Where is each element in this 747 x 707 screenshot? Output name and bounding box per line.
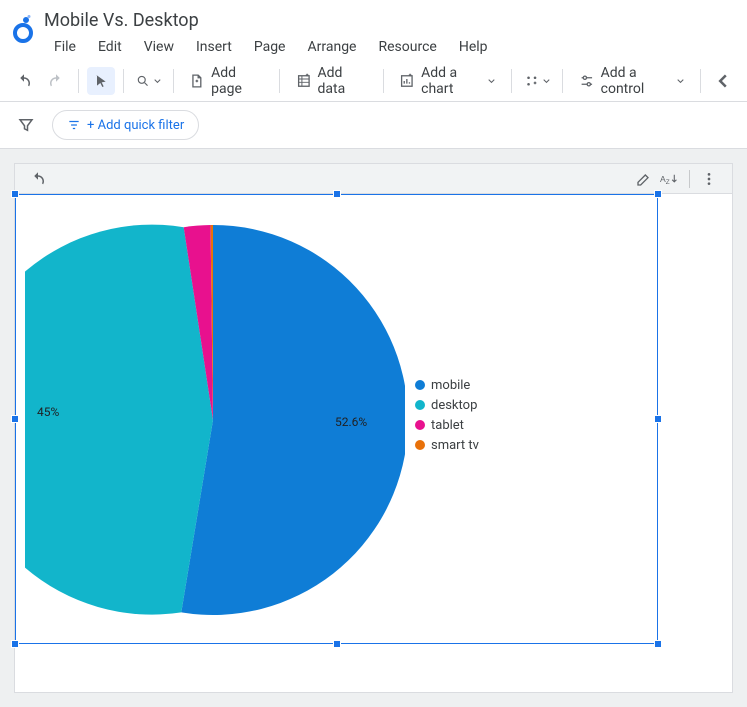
svg-text:Z: Z: [666, 179, 670, 186]
legend-label: desktop: [431, 398, 477, 413]
toolbar-divider: [700, 69, 701, 93]
legend-swatch: [415, 400, 425, 410]
toolbar-divider: [562, 69, 563, 93]
selection-handle[interactable]: [654, 640, 662, 648]
menu-arrange[interactable]: Arrange: [298, 35, 367, 59]
menu-edit[interactable]: Edit: [88, 35, 132, 59]
redo-button[interactable]: [42, 67, 70, 95]
legend-label: smart tv: [431, 438, 479, 453]
legend-label: tablet: [431, 418, 464, 433]
chevron-down-icon: [154, 77, 161, 85]
filter-bar: + Add quick filter: [0, 102, 747, 149]
chevron-down-icon: [543, 77, 550, 85]
slice-label-mobile: 52.6%: [335, 415, 367, 429]
legend-item-tablet[interactable]: tablet: [415, 415, 479, 435]
toolbar-divider: [279, 69, 280, 93]
selection-tool[interactable]: [87, 67, 115, 95]
looker-studio-logo[interactable]: [10, 12, 36, 46]
selection-handle[interactable]: [11, 640, 19, 648]
menu-view[interactable]: View: [134, 35, 184, 59]
toolbar-divider: [383, 69, 384, 93]
selection-handle[interactable]: [654, 415, 662, 423]
pie-slice-mobile[interactable]: [181, 225, 405, 615]
add-data-button[interactable]: Add data: [288, 67, 375, 95]
legend-swatch: [415, 420, 425, 430]
filter-list-icon: [67, 118, 81, 132]
pie-slice-desktop[interactable]: [25, 225, 213, 615]
menu-bar: File Edit View Insert Page Arrange Resou…: [44, 33, 737, 61]
undo-button[interactable]: [10, 67, 38, 95]
legend-swatch: [415, 440, 425, 450]
add-chart-label: Add a chart: [415, 65, 484, 97]
legend-label: mobile: [431, 378, 470, 393]
quick-filter-label: + Add quick filter: [87, 118, 184, 133]
selection-handle[interactable]: [333, 190, 341, 198]
selection-handle[interactable]: [654, 190, 662, 198]
more-options-button[interactable]: [696, 166, 722, 192]
add-page-button[interactable]: Add page: [181, 67, 270, 95]
add-control-dropdown[interactable]: Add a control: [571, 67, 692, 95]
chart-header-toolbar: AZ: [15, 164, 732, 194]
selection-handle[interactable]: [333, 640, 341, 648]
menu-page[interactable]: Page: [244, 35, 296, 59]
sort-button[interactable]: AZ: [657, 166, 683, 192]
add-page-label: Add page: [205, 65, 263, 97]
add-data-label: Add data: [312, 65, 367, 97]
legend-item-desktop[interactable]: desktop: [415, 395, 479, 415]
toolbar-divider: [173, 69, 174, 93]
pie-chart[interactable]: 52.6% 45% mobile desktop tablet smart t: [25, 200, 645, 640]
toolbar-divider: [78, 69, 79, 93]
chart-legend: mobile desktop tablet smart tv: [415, 375, 479, 455]
add-control-label: Add a control: [595, 65, 674, 97]
chevron-down-icon: [677, 77, 684, 85]
edit-pencil-button[interactable]: [631, 166, 657, 192]
menu-help[interactable]: Help: [449, 35, 498, 59]
chart-toolbar-divider: [689, 170, 690, 188]
chevron-down-icon: [488, 77, 495, 85]
report-canvas[interactable]: AZ: [0, 149, 747, 707]
legend-item-mobile[interactable]: mobile: [415, 375, 479, 395]
chart-undo-button[interactable]: [25, 166, 51, 192]
zoom-dropdown[interactable]: [132, 67, 165, 95]
filter-icon-button[interactable]: [12, 111, 40, 139]
menu-insert[interactable]: Insert: [186, 35, 242, 59]
toolbar-overflow-left[interactable]: [709, 67, 737, 95]
add-chart-dropdown[interactable]: Add a chart: [391, 67, 502, 95]
toolbar-divider: [123, 69, 124, 93]
main-toolbar: Add page Add data Add a chart Add a cont…: [0, 61, 747, 102]
legend-item-smarttv[interactable]: smart tv: [415, 435, 479, 455]
menu-file[interactable]: File: [44, 35, 86, 59]
slice-label-desktop: 45%: [37, 405, 59, 419]
selection-handle[interactable]: [11, 415, 19, 423]
toolbar-divider: [511, 69, 512, 93]
selection-handle[interactable]: [11, 190, 19, 198]
add-quick-filter-button[interactable]: + Add quick filter: [52, 110, 199, 140]
community-viz-dropdown[interactable]: [520, 67, 555, 95]
legend-swatch: [415, 380, 425, 390]
menu-resource[interactable]: Resource: [368, 35, 446, 59]
report-page[interactable]: AZ: [14, 163, 733, 693]
document-title[interactable]: Mobile Vs. Desktop: [44, 8, 737, 33]
